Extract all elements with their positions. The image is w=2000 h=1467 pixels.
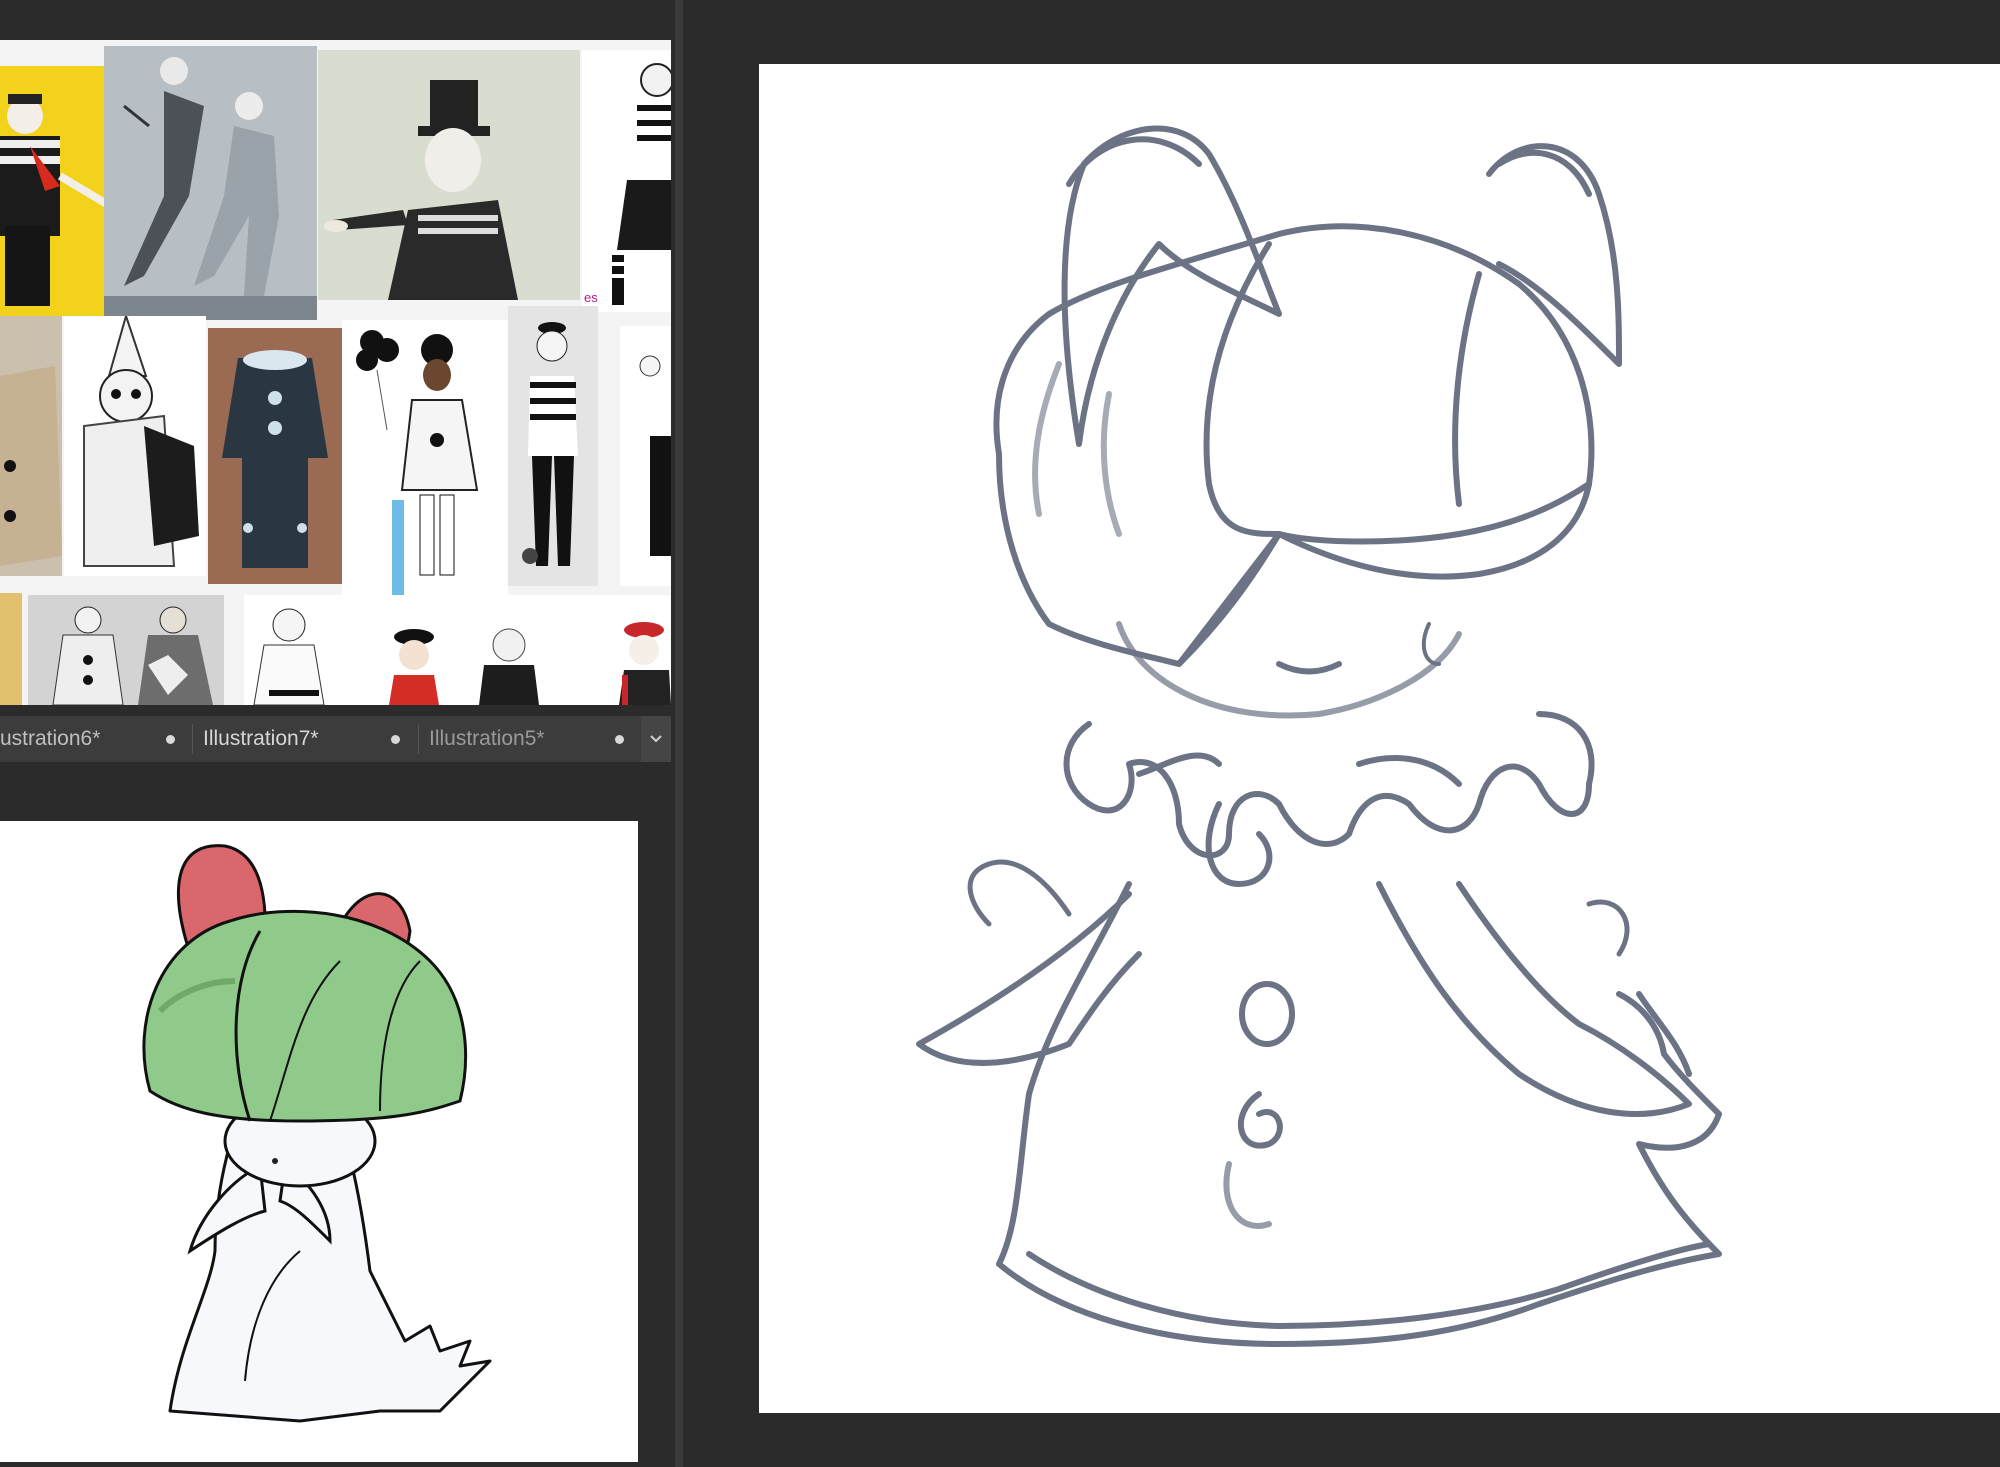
right-pane [683,0,2000,1467]
reference-photo-pierrot-beige [0,316,62,576]
sketch-linework [916,125,1722,1347]
unsaved-dot-icon[interactable] [166,735,175,744]
reference-photo-sad-pierrot [64,316,206,576]
reference-photo-pierrot-pair [28,595,224,705]
reference-photo-mime-group [244,595,671,705]
reference-photo-mime-beret [508,306,598,586]
chevron-down-icon[interactable] [641,716,671,762]
ralts-illustration [142,844,492,1423]
reference-photo-mime-striped: es [582,50,671,312]
app-window: es ustration6* Illustration7* Illustrati… [0,0,2000,1467]
reference-photo-pierrot-navy [208,328,342,584]
document-tab-bar: ustration6* Illustration7* Illustration5… [0,716,671,762]
unsaved-dot-icon[interactable] [391,735,400,744]
reference-collage-canvas[interactable]: es [0,40,671,705]
reference-photo-mime-partial [620,326,671,586]
tab-label: Illustration7* [203,727,319,750]
ralts-reference-canvas[interactable] [0,821,638,1462]
tab-illustration6[interactable]: ustration6* [0,716,190,762]
pane-splitter[interactable] [675,0,683,1467]
left-pane: es ustration6* Illustration7* Illustrati… [0,0,673,1467]
sketch-drawing-canvas[interactable] [759,64,2000,1413]
svg-text:es: es [584,290,598,305]
unsaved-dot-icon[interactable] [615,735,624,744]
reference-photo-two-mimes [104,46,317,320]
tab-label: ustration6* [0,727,101,750]
reference-photo-pierrot-balloons [342,320,508,595]
reference-photo-mime-yellow [0,66,117,316]
tab-label: Illustration5* [429,727,545,750]
reference-photo-blonde [0,593,22,705]
tab-illustration5[interactable]: Illustration5* [419,716,641,762]
reference-photo-vintage-mime [318,50,580,300]
tab-illustration7[interactable]: Illustration7* [193,716,418,762]
